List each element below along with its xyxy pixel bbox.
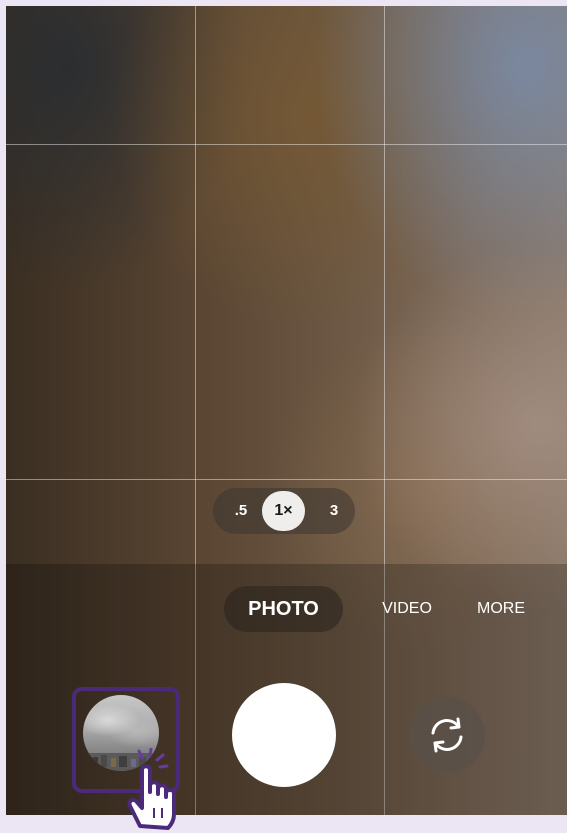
grid-line-horizontal-1 — [6, 144, 567, 145]
flip-camera-icon — [431, 717, 463, 753]
flip-camera-button[interactable] — [409, 697, 485, 773]
mode-tab-photo[interactable]: PHOTO — [224, 586, 343, 632]
grid-line-horizontal-2 — [6, 479, 567, 480]
mode-tab-more[interactable]: MORE — [474, 586, 528, 632]
tap-hand-icon — [127, 748, 176, 830]
shutter-button[interactable] — [232, 683, 336, 787]
zoom-selector: .5 1× 3 — [213, 488, 355, 534]
zoom-option-1x[interactable]: 1× — [262, 491, 305, 531]
zoom-option-half[interactable]: .5 — [223, 488, 259, 534]
zoom-option-3x[interactable]: 3 — [317, 488, 351, 534]
mode-tab-video[interactable]: VIDEO — [378, 586, 436, 632]
